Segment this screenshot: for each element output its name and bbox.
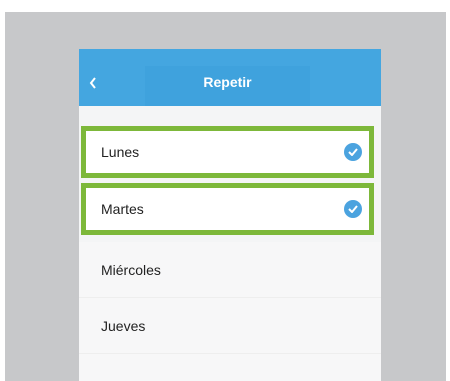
list-item-miercoles[interactable]: Miércoles (79, 242, 381, 298)
checkmark-icon (344, 200, 362, 218)
day-label: Miércoles (101, 261, 161, 278)
page-title: Repetir (145, 66, 310, 106)
phone-screen: Repetir Lunes Martes Miércoles Jueves (79, 49, 381, 381)
back-button[interactable] (83, 71, 103, 95)
day-label: Martes (101, 201, 144, 217)
day-label: Jueves (101, 317, 146, 334)
list-item-partial[interactable] (79, 354, 381, 381)
day-label: Lunes (101, 144, 140, 160)
chevron-left-icon (89, 77, 96, 89)
list-item-jueves[interactable]: Jueves (79, 298, 381, 354)
screenshot-frame: Repetir Lunes Martes Miércoles Jueves (0, 0, 450, 381)
list-item-lunes[interactable]: Lunes (81, 126, 374, 178)
list-item-martes[interactable]: Martes (81, 183, 374, 235)
top-bar: Repetir (79, 49, 381, 106)
checkmark-icon (344, 143, 362, 161)
